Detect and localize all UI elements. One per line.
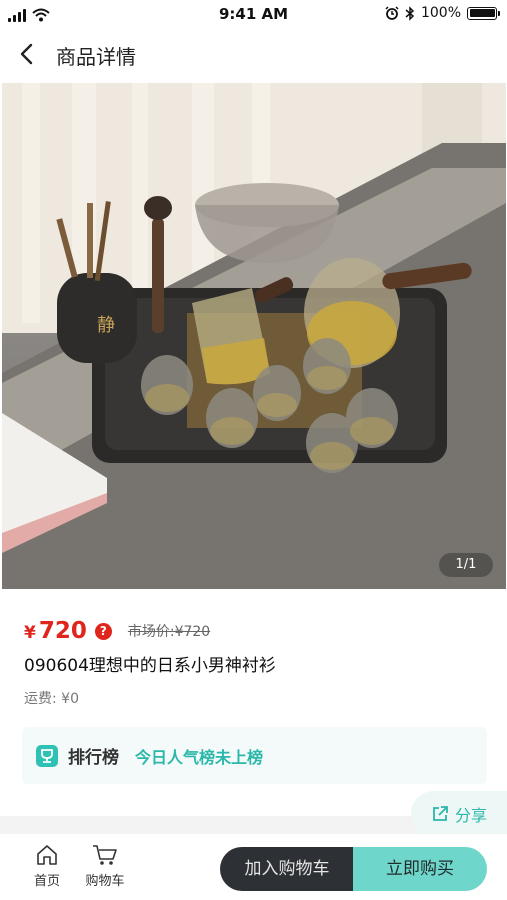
buy-now-button[interactable]: 立即购买	[353, 847, 487, 891]
ranking-card[interactable]: 排行榜 今日人气榜未上榜	[22, 727, 487, 784]
price: ¥720	[24, 618, 87, 644]
svg-text:静: 静	[97, 315, 115, 336]
status-right: 100%	[385, 5, 500, 21]
price-row: ¥720 ? 市场价:¥720	[24, 618, 210, 644]
trophy-icon	[36, 744, 58, 767]
add-to-cart-button[interactable]: 加入购物车	[220, 847, 354, 891]
product-image[interactable]: 静	[2, 83, 506, 589]
status-bar: 9:41 AM 100%	[0, 0, 507, 30]
bottom-bar: 首页 购物车 加入购物车 立即购买	[0, 834, 507, 900]
ranking-label: 排行榜	[68, 748, 119, 768]
tab-home[interactable]: 首页	[22, 844, 72, 889]
market-price: 市场价:¥720	[127, 624, 211, 640]
price-currency: ¥	[24, 623, 36, 643]
price-help-icon[interactable]: ?	[94, 622, 112, 640]
tab-home-label: 首页	[33, 874, 60, 889]
cart-icon	[93, 845, 117, 865]
tea-set-illustration: 静	[2, 83, 506, 589]
share-icon	[433, 806, 448, 821]
share-button[interactable]: 分享	[411, 791, 507, 837]
product-title: 090604理想中的日系小男神衬衫	[24, 656, 276, 676]
ranking-status: 今日人气榜未上榜	[135, 747, 264, 767]
alarm-icon	[385, 6, 399, 20]
tab-cart[interactable]: 购物车	[80, 844, 130, 889]
price-value: 720	[38, 618, 87, 644]
battery-icon	[467, 6, 500, 20]
home-icon	[37, 845, 57, 865]
bluetooth-icon	[405, 5, 415, 21]
tab-cart-label: 购物车	[85, 874, 125, 889]
image-counter: 1/1	[439, 553, 493, 577]
page-title: 商品详情	[56, 45, 136, 69]
battery-percent: 100%	[420, 5, 461, 21]
shipping-fee: 运费: ¥0	[24, 691, 79, 707]
nav-bar: 商品详情	[0, 30, 507, 78]
back-arrow-icon[interactable]	[14, 40, 42, 68]
share-label: 分享	[454, 806, 487, 825]
